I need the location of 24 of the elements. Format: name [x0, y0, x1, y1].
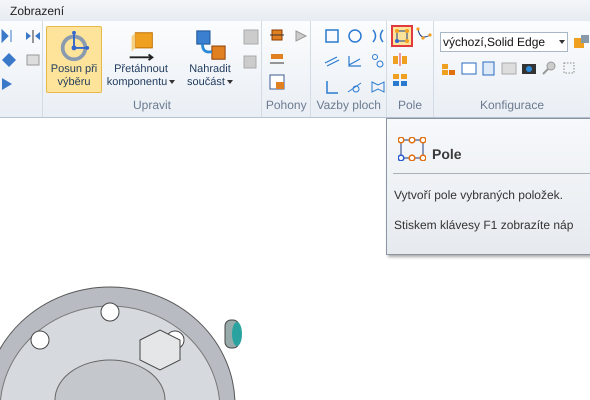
pattern-icon [394, 28, 410, 44]
pattern-icon [398, 137, 426, 161]
ribbon-button[interactable]: Nahradit součást [180, 26, 240, 93]
save-configuration-icon[interactable] [572, 33, 590, 51]
ring-icon[interactable] [346, 27, 364, 45]
diamond-icon[interactable] [0, 51, 18, 69]
configuration-dropdown[interactable]: výchozí,Solid Edge [440, 32, 568, 52]
ribbon-button[interactable]: Posun při výběru [46, 26, 102, 93]
mirror-icon[interactable] [24, 27, 42, 45]
group-label: Upravit [132, 99, 172, 114]
group-label: Pohony [264, 99, 308, 114]
tooltip-help-text: Stiskem klávesy F1 zobrazíte náp [393, 217, 574, 234]
group-label: Pole [396, 99, 424, 114]
pattern-button[interactable] [391, 25, 413, 47]
group-label: Vazby ploch [315, 99, 382, 114]
grid-pattern-icon[interactable] [391, 71, 409, 89]
caret-icon [559, 40, 565, 44]
ribbon-button[interactable]: Přetáhnout komponentu [104, 26, 178, 93]
menu-tab[interactable]: Zobrazení [10, 2, 64, 20]
group-label: Konfigurace [478, 99, 546, 114]
mirror-pattern-icon[interactable] [391, 50, 409, 68]
tooltip-title: Pole [432, 147, 462, 161]
tooltip-description: Vytvoří pole vybraných položek. [393, 187, 564, 204]
square-frame-icon[interactable] [323, 27, 342, 45]
